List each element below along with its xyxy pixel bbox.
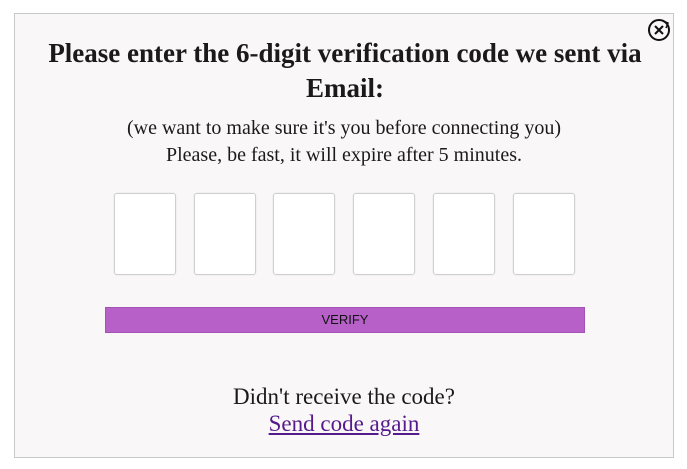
resend-link-container: Send code again xyxy=(14,410,674,438)
code-digit-6-input[interactable] xyxy=(513,193,575,275)
send-code-again-link[interactable]: Send code again xyxy=(269,411,420,436)
code-digit-4-input[interactable] xyxy=(353,193,415,275)
code-digit-5-input[interactable] xyxy=(433,193,495,275)
code-digit-3-input[interactable] xyxy=(273,193,335,275)
dialog-title: Please enter the 6-digit verification co… xyxy=(48,38,642,103)
dialog-subtitle-reason: (we want to make sure it's you before co… xyxy=(126,117,562,139)
resend-question: Didn't receive the code? xyxy=(233,384,455,409)
dialog-subtitle-expiry: Please, be fast, it will expire after 5 … xyxy=(165,144,522,166)
verify-button[interactable]: VERIFY xyxy=(105,307,585,333)
code-digit-2-input[interactable] xyxy=(194,193,256,275)
code-digit-1-input[interactable] xyxy=(114,193,176,275)
